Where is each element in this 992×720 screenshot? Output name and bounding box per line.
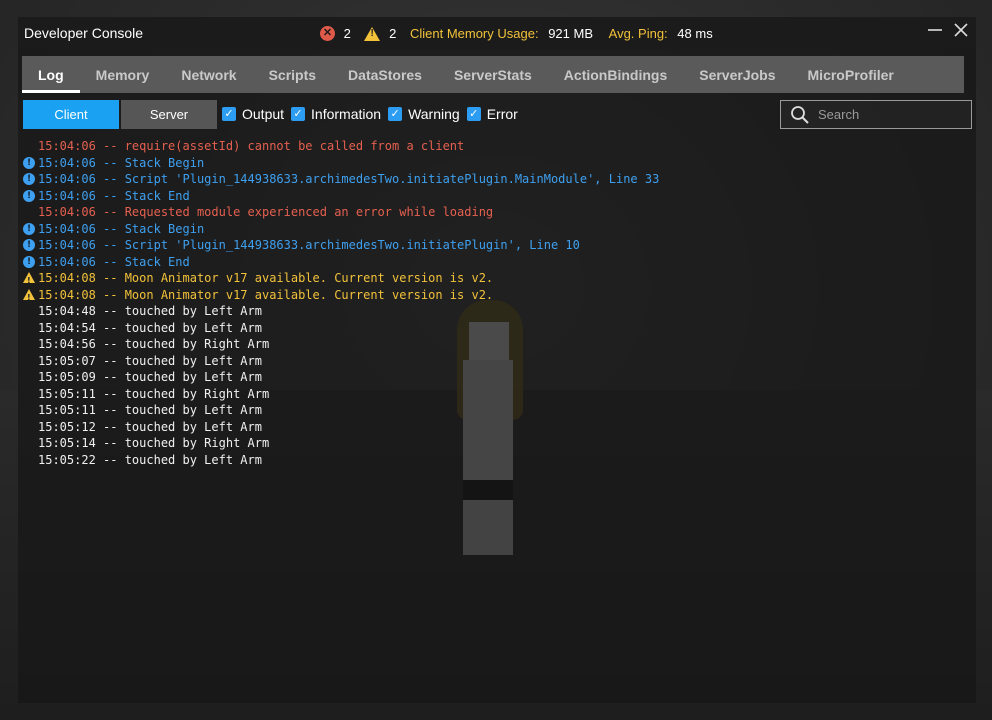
log-text: 15:05:22 -- touched by Left Arm <box>38 452 262 467</box>
info-circle-icon: ! <box>23 156 35 169</box>
log-text: 15:04:48 -- touched by Left Arm <box>38 304 262 318</box>
minimize-button[interactable] <box>924 21 946 43</box>
log-text: 15:05:07 -- touched by Left Arm <box>38 353 262 368</box>
log-entry-info: ! 15:04:06 -- Stack End <box>22 188 962 205</box>
log-entry-warning: 15:04:08 -- Moon Animator v17 available.… <box>22 270 962 290</box>
log-entry-warning: 15:04:08 -- Moon Animator v17 available.… <box>22 287 962 306</box>
log-text: 15:04:06 -- Stack End <box>38 188 190 203</box>
log-toolbar: Client Server ✓ Output ✓ Information ✓ Warnin… <box>23 100 973 130</box>
tab-actionbindings[interactable]: ActionBindings <box>548 56 683 93</box>
console-stats: ✕ 2 2 Client Memory Usage: 921 MB Avg. P… <box>320 25 725 42</box>
info-circle-icon: ! <box>23 222 35 235</box>
checkbox-checked-icon[interactable]: ✓ <box>222 107 236 121</box>
log-text: 15:04:54 -- touched by Left Arm <box>38 320 262 335</box>
search-input[interactable] <box>816 106 960 123</box>
search-icon <box>791 105 809 124</box>
minimize-icon <box>928 29 942 31</box>
log-entry-output: 15:05:12 -- touched by Left Arm <box>22 419 962 436</box>
console-title: Developer Console <box>24 25 144 41</box>
tab-datastores[interactable]: DataStores <box>332 56 438 93</box>
warning-triangle-icon <box>23 288 35 306</box>
log-entry-info: ! 15:04:06 -- Stack Begin <box>22 221 962 238</box>
log-text: 15:04:06 -- Stack Begin <box>38 221 205 236</box>
log-entry-error: 15:04:06 -- Requested module experienced… <box>22 204 962 221</box>
log-text: 15:05:11 -- touched by Left Arm <box>38 403 262 417</box>
log-entry-info: ! 15:04:06 -- Stack End <box>22 254 962 271</box>
filter-error[interactable]: ✓ Error <box>466 106 518 122</box>
tab-serverstats[interactable]: ServerStats <box>438 56 548 93</box>
log-entry-output: 15:05:11 -- touched by Left Arm <box>22 402 962 419</box>
info-circle-icon: ! <box>23 173 35 185</box>
client-toggle-button[interactable]: Client <box>23 100 119 129</box>
log-entry-output: 15:04:56 -- touched by Right Arm <box>22 336 962 353</box>
tab-scripts[interactable]: Scripts <box>253 56 332 93</box>
log-text: 15:04:08 -- Moon Animator v17 available.… <box>38 287 494 302</box>
server-toggle-button[interactable]: Server <box>121 100 217 129</box>
warning-count: 2 <box>389 26 397 42</box>
log-text: 15:05:09 -- touched by Left Arm <box>38 370 262 384</box>
log-text: 15:04:06 -- Script 'Plugin_144938633.arc… <box>38 238 580 252</box>
log-filters: ✓ Output ✓ Information ✓ Warning ✓ Error <box>222 106 525 122</box>
checkbox-checked-icon[interactable]: ✓ <box>466 107 481 121</box>
tab-network[interactable]: Network <box>165 56 252 93</box>
log-text: 15:05:11 -- touched by Right Arm <box>38 386 270 401</box>
log-entry-output: 15:05:14 -- touched by Right Arm <box>22 435 962 452</box>
developer-console: Developer Console ✕ 2 2 Client Memory Us… <box>18 17 976 703</box>
warning-triangle-icon <box>364 26 381 41</box>
ping-value: 48 ms <box>677 26 713 42</box>
log-entry-output: 15:05:09 -- touched by Left Arm <box>22 369 962 386</box>
log-text: 15:04:06 -- Script 'Plugin_144938633.arc… <box>38 172 660 186</box>
error-circle-icon: ✕ <box>320 26 335 42</box>
info-circle-icon: ! <box>23 255 35 268</box>
filter-label: Output <box>242 106 285 122</box>
log-entry-output: 15:04:48 -- touched by Left Arm <box>22 303 962 320</box>
checkbox-checked-icon[interactable]: ✓ <box>388 107 403 121</box>
log-entry-output: 15:04:54 -- touched by Left Arm <box>22 320 962 337</box>
info-circle-icon: ! <box>23 239 35 251</box>
filter-label: Information <box>311 106 382 122</box>
checkbox-checked-icon[interactable]: ✓ <box>291 107 306 121</box>
log-text: 15:04:06 -- require(assetId) cannot be c… <box>38 139 465 153</box>
filter-warning[interactable]: ✓ Warning <box>388 106 460 122</box>
log-output[interactable]: 15:04:06 -- require(assetId) cannot be c… <box>22 138 962 468</box>
log-text: 15:05:12 -- touched by Left Arm <box>38 419 262 434</box>
log-entry-output: 15:05:07 -- touched by Left Arm <box>22 353 962 370</box>
filter-information[interactable]: ✓ Information <box>291 106 381 122</box>
tab-memory[interactable]: Memory <box>80 56 166 93</box>
log-entry-output: 15:05:22 -- touched by Left Arm <box>22 452 962 469</box>
log-text: 15:04:06 -- Requested module experienced… <box>38 205 494 219</box>
error-count: 2 <box>343 26 351 42</box>
log-text: 15:05:14 -- touched by Right Arm <box>38 436 270 450</box>
log-entry-info: ! 15:04:06 -- Script 'Plugin_144938633.ar… <box>22 171 962 188</box>
console-titlebar[interactable]: Developer Console ✕ 2 2 Client Memory Us… <box>18 17 976 49</box>
info-circle-icon: ! <box>23 189 35 202</box>
filter-label: Warning <box>408 106 460 122</box>
log-text: 15:04:06 -- Stack Begin <box>38 155 205 170</box>
log-text: 15:04:56 -- touched by Right Arm <box>38 337 270 351</box>
tab-log[interactable]: Log <box>22 56 80 93</box>
close-button[interactable] <box>950 21 972 43</box>
close-icon <box>954 23 968 37</box>
log-entry-output: 15:05:11 -- touched by Right Arm <box>22 386 962 403</box>
log-entry-info: ! 15:04:06 -- Script 'Plugin_144938633.ar… <box>22 237 962 254</box>
log-entry-info: ! 15:04:06 -- Stack Begin <box>22 155 962 172</box>
search-box[interactable] <box>780 100 972 129</box>
memory-label: Client Memory Usage: <box>409 26 539 42</box>
log-text: 15:04:06 -- Stack End <box>38 254 190 269</box>
log-text: 15:04:08 -- Moon Animator v17 available.… <box>38 271 494 285</box>
tab-microprofiler[interactable]: MicroProfiler <box>792 56 910 93</box>
tab-serverjobs[interactable]: ServerJobs <box>683 56 791 93</box>
ping-label: Avg. Ping: <box>608 26 668 42</box>
filter-label: Error <box>486 106 518 122</box>
warning-triangle-icon <box>23 272 35 290</box>
memory-value: 921 MB <box>548 26 594 42</box>
filter-output[interactable]: ✓ Output <box>222 106 284 122</box>
log-entry-error: 15:04:06 -- require(assetId) cannot be c… <box>22 138 962 155</box>
console-tabs: Log Memory Network Scripts DataStores ServerS… <box>22 56 964 93</box>
